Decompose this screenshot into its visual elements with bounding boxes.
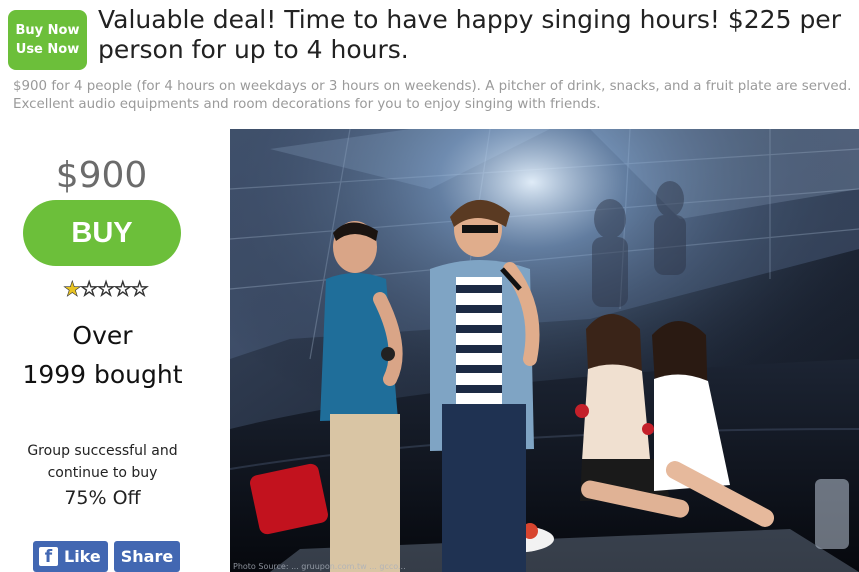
star-rating: ★☆☆☆☆: [0, 277, 210, 302]
deal-title: Valuable deal! Time to have happy singin…: [98, 5, 841, 64]
badge-line-1: Buy Now: [15, 23, 80, 38]
star-empty-icon: ☆: [79, 277, 99, 302]
star-empty-icon: ☆: [113, 277, 133, 302]
group-status-text: Group successful and continue to buy: [27, 443, 178, 481]
deal-description: $900 for 4 people (for 4 hours on weekda…: [13, 79, 852, 112]
facebook-like-button[interactable]: f Like: [33, 541, 108, 572]
buy-button[interactable]: BUY: [23, 200, 181, 266]
star-empty-icon: ☆: [130, 277, 150, 302]
deal-photo: Photo Source: ... gruupon.com.tw ... gcc…: [230, 129, 859, 572]
star-filled-icon: ★: [62, 277, 82, 302]
deal-price: $900: [55, 155, 148, 196]
star-empty-icon: ☆: [96, 277, 116, 302]
bought-count-prefix: Over: [72, 321, 133, 350]
badge-line-2: Use Now: [15, 42, 80, 57]
facebook-share-button[interactable]: Share: [114, 541, 180, 572]
photo-credit: Photo Source: ... gruupon.com.tw ... gcc…: [233, 562, 406, 571]
karaoke-room-image: [230, 129, 859, 572]
like-label: Like: [64, 547, 101, 566]
discount-text: 75% Off: [64, 487, 141, 509]
deal-page: Buy Now Use Now Valuable deal! Time to h…: [0, 0, 859, 572]
buy-now-use-now-badge: Buy Now Use Now: [8, 10, 87, 70]
bought-count: 1999 bought: [22, 360, 183, 389]
facebook-icon: f: [39, 547, 58, 566]
